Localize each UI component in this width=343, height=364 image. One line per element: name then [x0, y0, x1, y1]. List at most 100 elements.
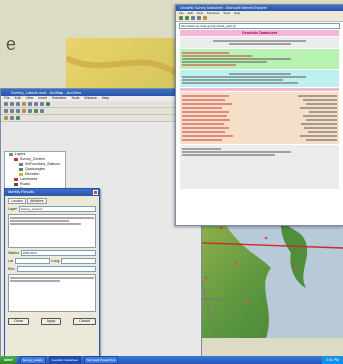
- text-line: [228, 43, 291, 45]
- menu-view[interactable]: View: [26, 96, 34, 100]
- browser-menu-file[interactable]: File: [179, 11, 184, 15]
- browser-window[interactable]: Geodetic Survey Datasheet - Microsoft In…: [175, 4, 343, 226]
- browser-menu-view[interactable]: View: [197, 11, 203, 15]
- field-label: Lat: [8, 259, 13, 263]
- add-data-icon[interactable]: [46, 102, 50, 106]
- editor-icon[interactable]: [4, 116, 8, 120]
- zoom-in-icon[interactable]: [4, 109, 8, 113]
- field-label: Elev: [8, 267, 15, 271]
- result-line: [10, 220, 69, 222]
- task-icon[interactable]: [16, 116, 20, 120]
- layer-swatch: [9, 152, 13, 156]
- text-line: [182, 148, 221, 150]
- menu-file[interactable]: File: [4, 96, 10, 100]
- identify-icon[interactable]: [34, 109, 38, 113]
- layer-swatch: [14, 182, 18, 186]
- stop-icon[interactable]: [191, 16, 195, 20]
- taskbar-item[interactable]: Microsoft PowerPoint: [84, 356, 119, 364]
- arcmap-titlebar[interactable]: Survey_Labels.mxd - ArcMap - ArcView: [1, 89, 201, 96]
- station-field[interactable]: W30-0072: [20, 250, 96, 256]
- home-icon[interactable]: [203, 16, 207, 20]
- dialog-title[interactable]: Identify Results: [5, 189, 99, 196]
- field-row: Layer Survey_Centers: [8, 206, 96, 212]
- long-field[interactable]: [61, 258, 97, 264]
- position-block: [180, 70, 339, 87]
- address-bar[interactable]: http://www.ngs.noaa.gov/cgi-bin/ds_mark.…: [179, 23, 340, 29]
- result-line: [10, 217, 94, 219]
- menu-selection[interactable]: Selection: [52, 96, 66, 100]
- text-line: [182, 55, 252, 57]
- select-icon[interactable]: [28, 109, 32, 113]
- elev-field[interactable]: [16, 266, 96, 272]
- sketch-icon[interactable]: [10, 116, 14, 120]
- menu-window[interactable]: Window: [84, 96, 96, 100]
- note-line: [10, 280, 61, 282]
- text-line: [182, 82, 299, 84]
- browser-toolbar: [176, 15, 343, 22]
- back-icon[interactable]: [179, 16, 183, 20]
- forward-icon[interactable]: [185, 16, 189, 20]
- layer-swatch: [14, 157, 18, 161]
- new-icon[interactable]: [4, 102, 8, 106]
- browser-menu-tools[interactable]: Tools: [223, 11, 230, 15]
- text-line: [182, 52, 229, 54]
- layer-swatch: [14, 177, 18, 181]
- cancel-button[interactable]: Cancel: [73, 318, 96, 325]
- taskbar: start Survey_Labels Geodetic Datasheet M…: [0, 356, 343, 364]
- refresh-icon[interactable]: [197, 16, 201, 20]
- text-line: [182, 154, 275, 156]
- menu-insert[interactable]: Insert: [38, 96, 47, 100]
- results-box[interactable]: [8, 214, 96, 248]
- text-line: [182, 64, 237, 66]
- history-row: [182, 138, 337, 142]
- apply-button[interactable]: Apply: [40, 318, 62, 325]
- cut-icon[interactable]: [28, 102, 32, 106]
- measure-icon[interactable]: [40, 109, 44, 113]
- text-line: [182, 76, 306, 78]
- notes-box[interactable]: [8, 274, 96, 312]
- field-row: Elev: [8, 266, 96, 272]
- designation-block: [180, 49, 339, 69]
- paste-icon[interactable]: [40, 102, 44, 106]
- text-line: [182, 151, 291, 153]
- lat-field[interactable]: [14, 258, 50, 264]
- text-line: [182, 58, 291, 60]
- full-extent-icon[interactable]: [22, 109, 26, 113]
- menu-help[interactable]: Help: [102, 96, 109, 100]
- section-divider: [180, 88, 339, 91]
- pan-icon[interactable]: [16, 109, 20, 113]
- description-block: [180, 145, 339, 189]
- close-icon[interactable]: [93, 190, 98, 195]
- text-line: [182, 79, 283, 81]
- browser-menu-edit[interactable]: Edit: [188, 11, 193, 15]
- zoom-out-icon[interactable]: [10, 109, 14, 113]
- close-button[interactable]: Close: [8, 318, 29, 325]
- save-icon[interactable]: [16, 102, 20, 106]
- text-line: [213, 40, 306, 42]
- result-line: [10, 223, 82, 225]
- menu-tools[interactable]: Tools: [71, 96, 79, 100]
- layer-field[interactable]: Survey_Centers: [18, 206, 96, 212]
- browser-menu-favorites[interactable]: Favorites: [207, 11, 219, 15]
- standard-toolbar: [1, 101, 201, 108]
- start-button[interactable]: start: [0, 356, 17, 364]
- menu-edit[interactable]: Edit: [15, 96, 21, 100]
- dialog-buttons: Close Apply Cancel: [8, 318, 96, 325]
- copy-icon[interactable]: [34, 102, 38, 106]
- taskbar-item[interactable]: Survey_Labels: [19, 356, 46, 364]
- open-icon[interactable]: [10, 102, 14, 106]
- taskbar-item[interactable]: Geodetic Datasheet: [48, 356, 82, 364]
- identify-dialog[interactable]: Identify Results Location Attributes Lay…: [4, 188, 100, 358]
- slide-text-fragment: e: [6, 34, 17, 54]
- system-clock: 2:41 PM: [321, 356, 343, 364]
- layer-swatch: [19, 167, 23, 171]
- tab-location[interactable]: Location: [8, 198, 27, 204]
- note-line: [10, 277, 94, 279]
- print-icon[interactable]: [22, 102, 26, 106]
- text-line: [228, 73, 291, 75]
- browser-menu-help[interactable]: Help: [234, 11, 240, 15]
- tab-attributes[interactable]: Attributes: [27, 198, 47, 204]
- history-block: [180, 92, 339, 144]
- field-label: Station: [8, 251, 19, 255]
- field-label: Layer: [8, 207, 17, 211]
